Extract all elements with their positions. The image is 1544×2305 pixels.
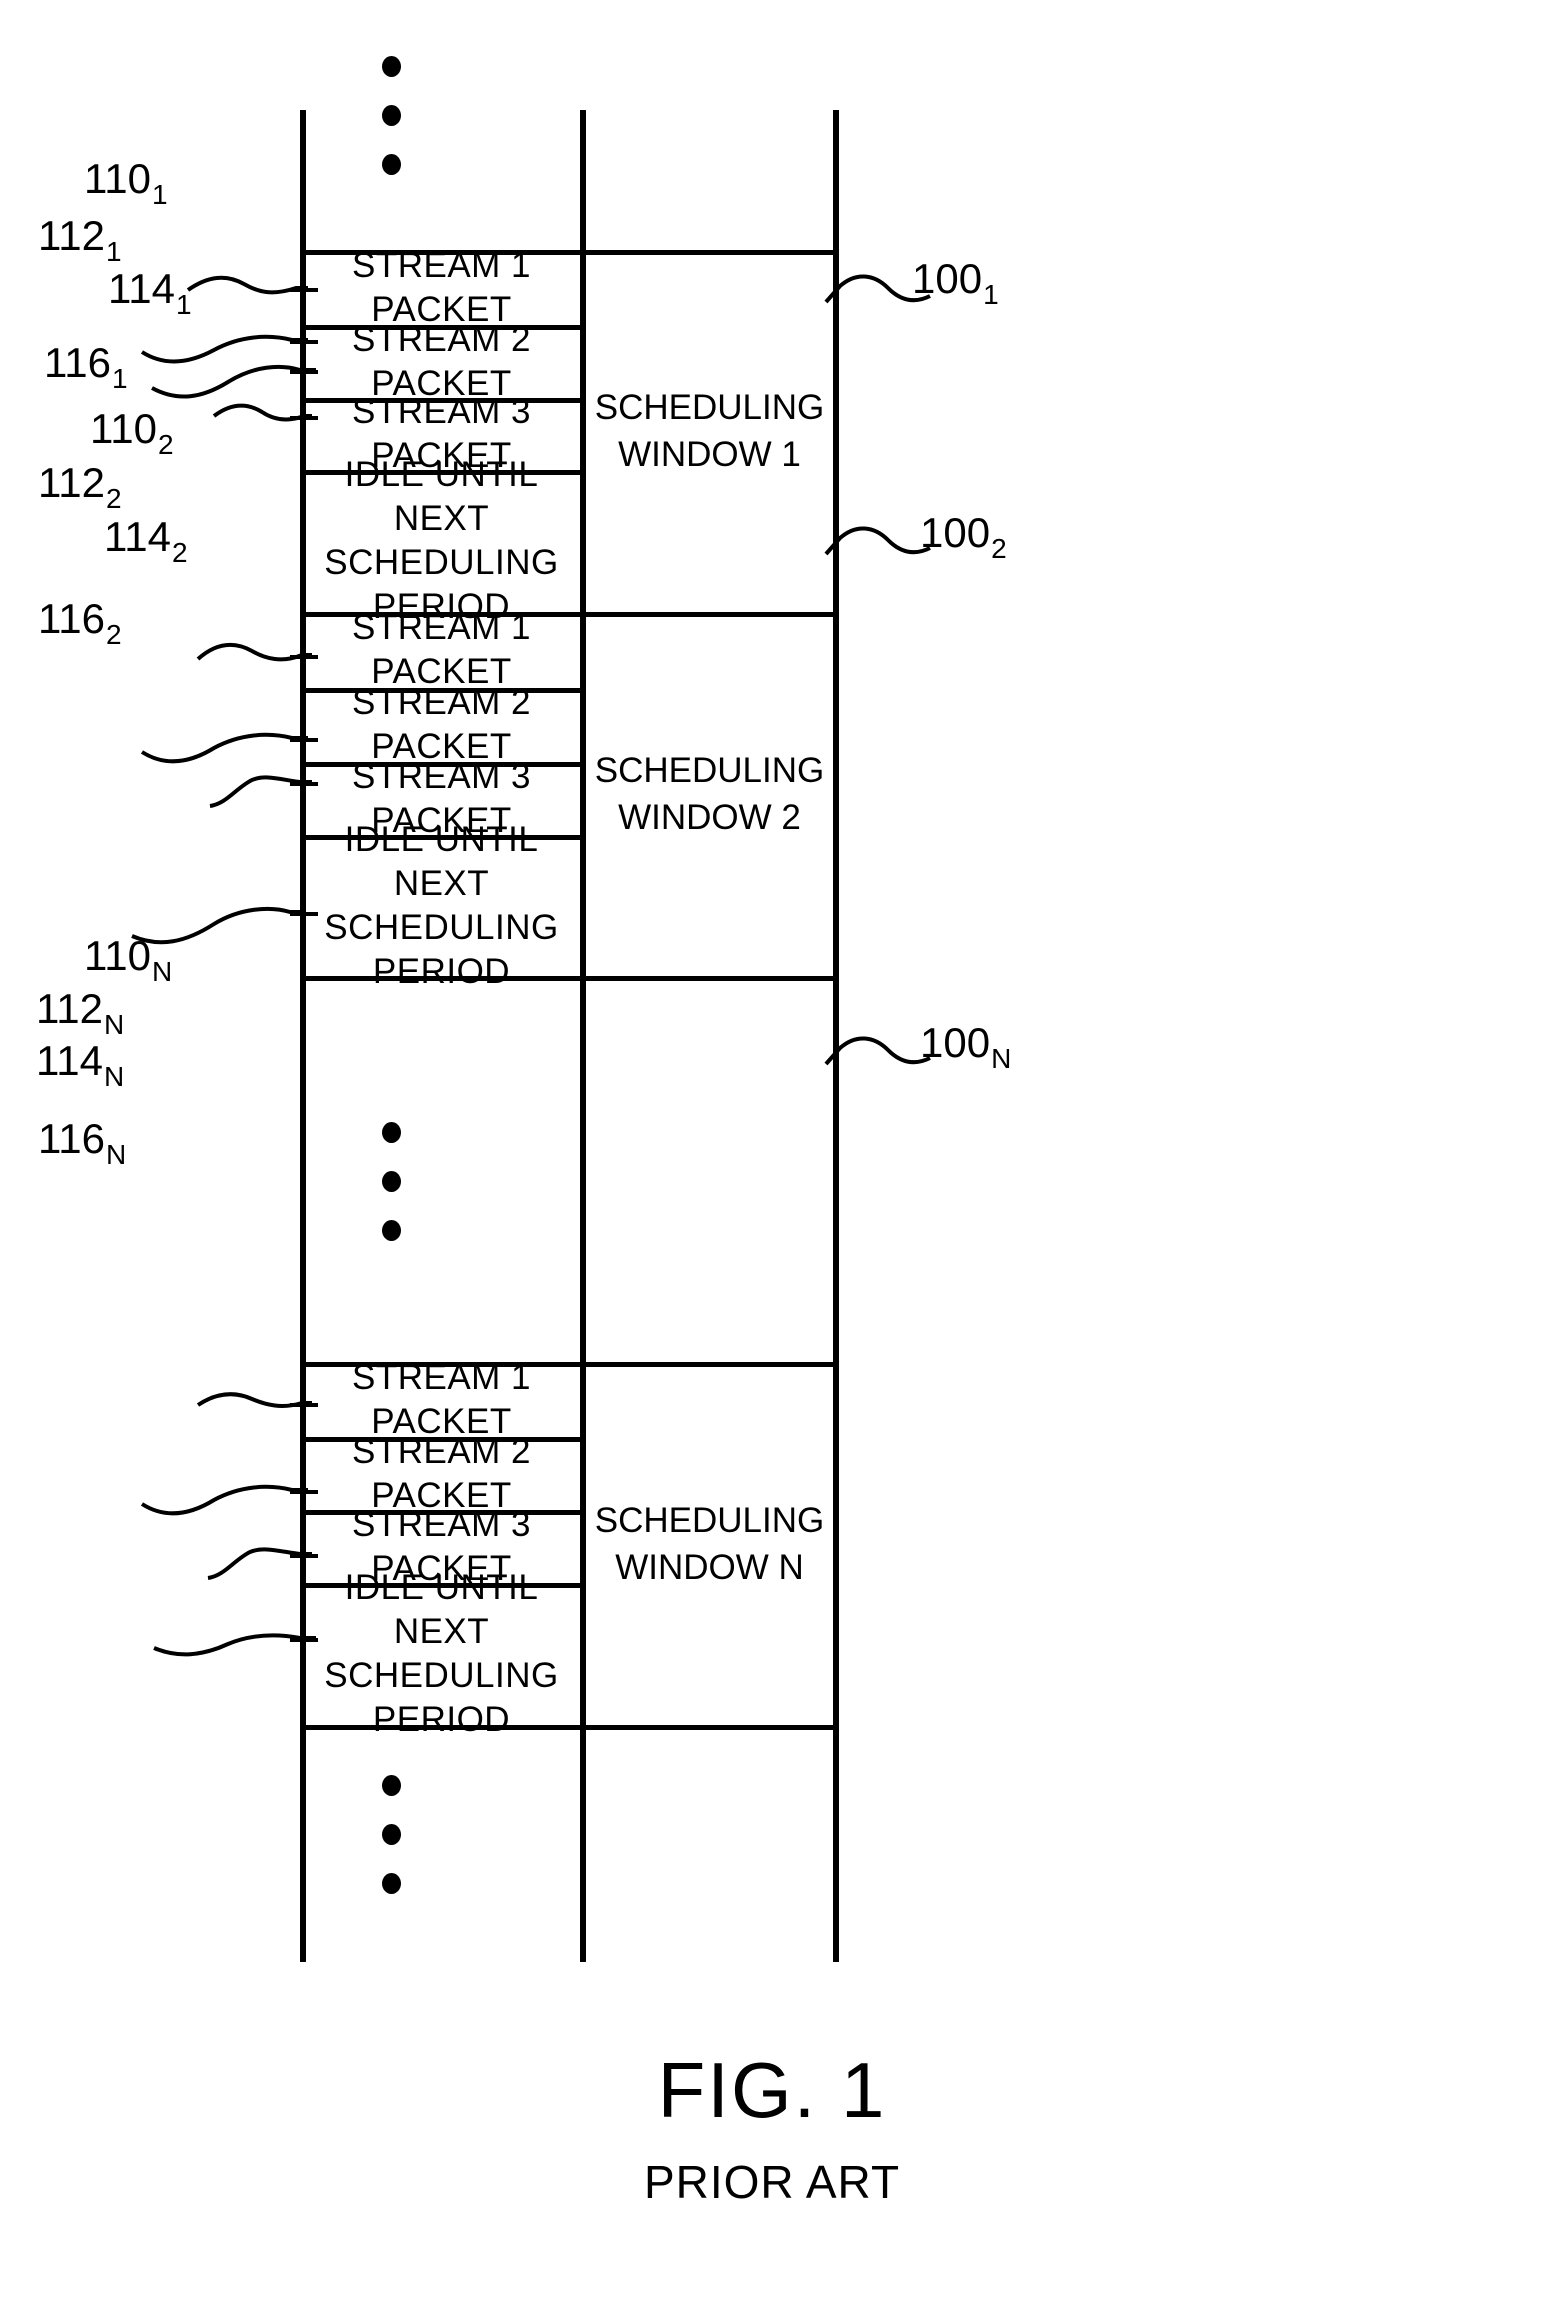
ref-116-2-num: 116	[38, 595, 105, 642]
ref-110-N: 110N	[84, 932, 172, 988]
row-w2-idle: IDLE UNTIL NEXT SCHEDULING PERIOD	[324, 819, 559, 991]
ref-110-1-num: 110	[84, 155, 151, 202]
tick-116-2	[290, 912, 318, 916]
row-wN-stream1: STREAM 1 PACKET	[351, 1357, 532, 1441]
leader-line-110-1	[186, 275, 308, 295]
ref-116-N-num: 116	[38, 1115, 105, 1162]
ref-100-N: 100N	[920, 1019, 1011, 1075]
ref-116-N-sub: N	[105, 1139, 127, 1170]
ref-110-1-sub: 1	[151, 179, 168, 210]
ref-110-2-num: 110	[90, 405, 157, 452]
leader-line-110-N	[196, 1392, 312, 1408]
ref-112-1-sub: 1	[105, 236, 122, 267]
ref-100-2-num: 100	[920, 509, 991, 556]
tick-110-N	[290, 1403, 318, 1407]
ref-116-2: 1162	[38, 595, 122, 651]
ref-100-1-num: 100	[912, 255, 983, 302]
row-w2-stream1: STREAM 1 PACKET	[351, 608, 532, 691]
row-w1-idle: IDLE UNTIL NEXT SCHEDULING PERIOD	[324, 455, 559, 626]
figure-subtitle: PRIOR ART	[643, 2156, 901, 2208]
ref-116-1: 1161	[44, 339, 128, 395]
scheduling-window-2-label: SCHEDULING WINDOW 2	[594, 751, 825, 837]
row-w1-stream2: STREAM 2 PACKET	[351, 319, 532, 403]
ref-112-N: 112N	[36, 985, 124, 1041]
leader-line-110-2	[196, 642, 312, 662]
ref-114-1: 1141	[108, 265, 192, 321]
tick-114-N	[290, 1554, 318, 1558]
ref-110-1: 1101	[84, 155, 168, 211]
middle-ellipsis	[382, 1122, 401, 1241]
ref-100-N-sub: N	[991, 1043, 1012, 1074]
leader-line-114-N	[207, 1547, 312, 1580]
patent-figure-page: STREAM 1 PACKET STREAM 2 PACKET STREAM 3…	[0, 0, 1544, 2305]
row-w1-stream1: STREAM 1 PACKET	[351, 245, 532, 329]
ref-114-2: 1142	[104, 513, 188, 569]
ref-114-2-sub: 2	[171, 537, 188, 568]
leader-line-114-2	[209, 775, 312, 808]
tick-112-1	[290, 340, 318, 344]
scheduling-window-1-label: SCHEDULING WINDOW 1	[594, 388, 825, 474]
ref-116-N: 116N	[38, 1115, 126, 1171]
ref-100-N-num: 100	[920, 1019, 991, 1066]
ref-114-1-sub: 1	[175, 289, 192, 320]
ref-100-1-sub: 1	[983, 279, 999, 310]
figure-title: FIG. 1	[657, 2046, 887, 2134]
ref-114-1-num: 114	[108, 265, 175, 312]
ref-112-2: 1122	[38, 459, 122, 515]
tick-112-N	[290, 1490, 318, 1494]
row-wN-idle: IDLE UNTIL NEXT SCHEDULING PERIOD	[324, 1568, 559, 1739]
ref-112-N-sub: N	[103, 1009, 125, 1040]
tick-116-1	[290, 370, 318, 374]
row-wN-stream2: STREAM 2 PACKET	[351, 1431, 532, 1515]
top-ellipsis	[382, 56, 401, 175]
ref-100-2-sub: 2	[991, 533, 1007, 564]
ref-112-1-num: 112	[38, 212, 105, 259]
ref-100-2: 1002	[920, 509, 1007, 565]
ref-110-2: 1102	[90, 405, 174, 461]
leader-line-116-1	[151, 364, 316, 399]
ref-114-N: 114N	[36, 1037, 124, 1093]
tick-110-1	[290, 288, 318, 292]
tick-114-2	[290, 782, 318, 786]
ref-110-N-num: 110	[84, 932, 151, 979]
tick-114-1	[290, 416, 318, 420]
ref-116-2-sub: 2	[105, 619, 122, 650]
tick-112-2	[290, 738, 318, 742]
ref-114-N-num: 114	[36, 1037, 103, 1084]
ref-112-N-num: 112	[36, 985, 103, 1032]
ref-114-2-num: 114	[104, 513, 171, 560]
row-w2-stream2: STREAM 2 PACKET	[351, 683, 532, 766]
ref-110-2-sub: 2	[157, 429, 174, 460]
ref-114-N-sub: N	[103, 1061, 125, 1092]
ref-116-1-sub: 1	[111, 363, 128, 394]
tick-116-N	[290, 1638, 318, 1642]
tick-110-2	[290, 655, 318, 659]
bottom-ellipsis	[382, 1775, 401, 1894]
ref-116-1-num: 116	[44, 339, 111, 386]
ref-112-2-sub: 2	[105, 483, 122, 514]
ref-112-1: 1121	[38, 212, 122, 268]
ref-112-2-num: 112	[38, 459, 105, 506]
ref-100-1: 1001	[912, 255, 999, 311]
scheduling-window-N-label: SCHEDULING WINDOW N	[594, 1500, 825, 1587]
ref-110-N-sub: N	[151, 956, 173, 987]
